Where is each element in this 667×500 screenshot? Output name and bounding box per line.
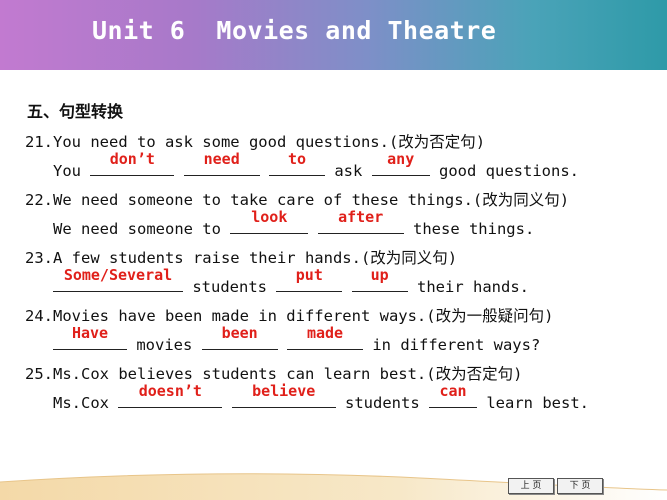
answer-line-text: students [335, 394, 429, 412]
answer-24-3: made [306, 324, 344, 342]
answer-21-1: don’t [109, 150, 155, 168]
section-title: 五、句型转换 [27, 102, 124, 121]
question-23-prompt: 23.A few students raise their hands.(改为同… [25, 249, 458, 267]
blank-22-2: after [317, 208, 404, 234]
header-banner: Unit 6 Movies and Theatre [0, 0, 667, 70]
blank-21-4: any [371, 150, 430, 176]
blank-24-3: made [287, 324, 363, 350]
question-22-prompt: 22.We need someone to take care of these… [25, 191, 570, 209]
next-page-button[interactable]: 下 页 [557, 478, 603, 494]
blank-22-1: look [230, 208, 309, 234]
blank-24-2: been [201, 324, 278, 350]
question-24-prompt: 24.Movies have been made in different wa… [25, 307, 554, 325]
answer-line-text: You [53, 162, 91, 180]
question-22-answer-line: We need someone to look after these thin… [53, 208, 535, 238]
blank-23-2: put [276, 266, 343, 292]
blank-21-1: don’t [90, 150, 175, 176]
blank-25-1: doesn’t [118, 382, 223, 408]
answer-21-4: any [387, 150, 415, 168]
blank-25-2: believe [231, 382, 336, 408]
answer-21-2: need [203, 150, 240, 168]
blank-25-3: can [429, 382, 477, 408]
answer-line-text: these things. [403, 220, 535, 238]
answer-line-text: Ms.Cox [53, 394, 119, 412]
question-21-answer-line: You don’t need to ask any good questions… [53, 150, 579, 180]
blank-23-1: Some/Several [53, 266, 183, 292]
answer-25-1: doesn’t [138, 382, 202, 400]
answer-line-text: movies [127, 336, 202, 354]
answer-line-text: good questions. [429, 162, 579, 180]
page-title: Unit 6 Movies and Theatre [92, 16, 497, 45]
answer-23-3: up [370, 266, 389, 284]
answer-line-text: learn best. [477, 394, 589, 412]
answer-24-1: Have [71, 324, 109, 342]
answer-line-text: in different ways? [363, 336, 541, 354]
blank-21-2: need [183, 150, 260, 176]
answer-25-3: can [439, 382, 467, 400]
prev-page-button[interactable]: 上 页 [508, 478, 554, 494]
answer-line-text: their hands. [407, 278, 529, 296]
answer-line-text: ask [325, 162, 372, 180]
question-24-answer-line: Have movies been made in different ways? [53, 324, 541, 354]
answer-23-2: put [295, 266, 323, 284]
blank-24-1: Have [53, 324, 127, 350]
answer-22-1: look [251, 208, 288, 226]
question-23-answer-line: Some/Several students put up their hands… [53, 266, 529, 296]
blank-23-3: up [351, 266, 408, 292]
question-21-prompt: 21.You need to ask some good questions.(… [25, 133, 486, 151]
question-25-prompt: 25.Ms.Cox believes students can learn be… [25, 365, 523, 383]
answer-25-2: believe [252, 382, 316, 400]
answer-23-1: Some/Several [63, 266, 173, 284]
answer-22-2: after [338, 208, 384, 226]
answer-line-text: students [183, 278, 277, 296]
answer-line-text: We need someone to [53, 220, 231, 238]
question-25-answer-line: Ms.Cox doesn’t believe students can lear… [53, 382, 589, 412]
answer-24-2: been [221, 324, 258, 342]
blank-21-3: to [269, 150, 326, 176]
answer-21-3: to [287, 150, 307, 168]
